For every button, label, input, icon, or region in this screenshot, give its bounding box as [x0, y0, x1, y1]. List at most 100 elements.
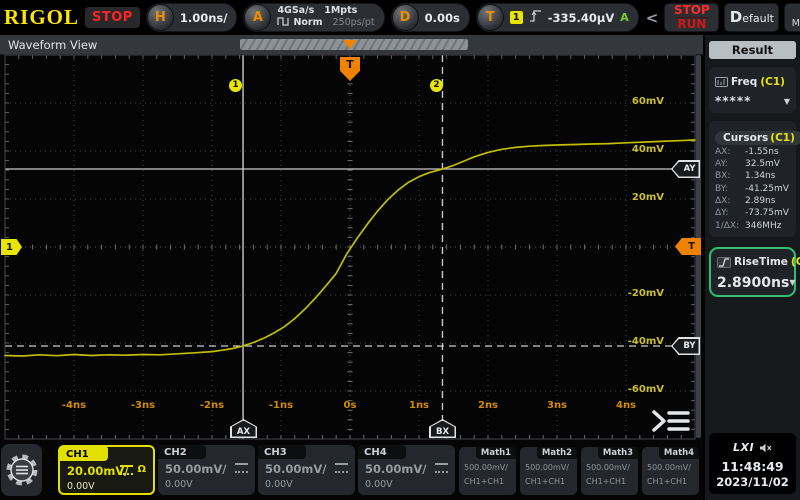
cursor-ay-flag[interactable]: AY — [671, 160, 700, 178]
sample-rate: 4GSa/s — [277, 6, 314, 17]
math1-block[interactable]: Math1 500.00mV/ CH1+CH1 — [459, 447, 516, 495]
ch2-offset: 0.00V — [165, 479, 193, 490]
waveform-view: Waveform View -4ns -3ns -2ns -1ns 0s 1ns… — [0, 35, 703, 440]
dc-coupling-icon — [435, 463, 448, 473]
y-tick-label: 60mV — [610, 96, 664, 107]
horizontal-scale-control[interactable]: H 1.00ns/ — [146, 3, 238, 32]
cursor-row-label: BY: — [715, 185, 745, 195]
settings-gear-button[interactable] — [1, 444, 42, 496]
cursor-row-value: 346MHz — [745, 222, 781, 232]
cursor-a-badge[interactable]: 1 — [229, 79, 242, 92]
menu-expand-icon[interactable] — [650, 407, 692, 435]
run-label: RUN — [677, 18, 706, 31]
x-tick-label: 0s — [330, 400, 370, 411]
trigger-position-marker-icon[interactable] — [343, 40, 357, 49]
ch1-tab[interactable]: CH1 — [60, 447, 108, 461]
freq-source: (C1) — [760, 76, 785, 88]
math4-tab[interactable]: Math4 — [659, 447, 699, 459]
risetime-measurement-card[interactable]: RiseTime(C1) 2.8900ns ▼ — [709, 247, 796, 297]
math2-block[interactable]: Math2 500.00mV/ CH1+CH1 — [520, 447, 577, 495]
run-status-badge: STOP — [85, 7, 140, 28]
risetime-dropdown-icon[interactable]: ▼ — [789, 278, 795, 287]
freq-meter-icon — [715, 72, 728, 91]
x-tick-label: -1ns — [261, 400, 301, 411]
trigger-control[interactable]: T 1 -335.40µV A — [476, 3, 639, 32]
horizontal-knob[interactable]: H — [147, 4, 174, 31]
squarewave-icon — [277, 17, 289, 30]
toolbar-buttons: < STOP RUN Default Measure Flex Knob > — [645, 3, 800, 32]
cursor-row-label: ΔX: — [715, 197, 745, 207]
x-tick-label: -2ns — [192, 400, 232, 411]
rising-edge-icon — [529, 8, 542, 27]
ch4-scale: 50.00mV/ — [365, 462, 426, 476]
freq-measurement-card[interactable]: Freq(C1) ***** ▼ — [709, 67, 796, 113]
cursor-row: BX:1.34ns — [715, 172, 790, 182]
x-tick-label: 2ns — [468, 400, 508, 411]
x-tick-label: -3ns — [123, 400, 163, 411]
rigol-logo: RIGOL — [4, 7, 79, 28]
cursor-row-value: 32.5mV — [745, 160, 780, 170]
ch4-offset: 0.00V — [365, 479, 393, 490]
math4-block[interactable]: Math4 500.00mV/ CH1+CH1 — [642, 447, 699, 495]
ch4-coupling-icons — [435, 463, 448, 473]
cursor-bx-flag-label: BX — [431, 421, 455, 437]
delay-control[interactable]: D 0.00s — [391, 3, 470, 32]
acquisition-info: 4GSa/s 1Mpts Norm 250ps/pt — [277, 6, 374, 30]
channel-bar: CH1 20.00mV/ Ω 0.00V CH2 50.00mV/ 0.00V … — [0, 440, 703, 500]
acquisition-knob[interactable]: A — [244, 4, 271, 31]
measure-button[interactable]: Measure — [784, 3, 800, 32]
y-tick-label: 40mV — [610, 144, 664, 155]
ch3-scale: 50.00mV/ — [265, 462, 326, 476]
cursor-ax-flag-label: AX — [232, 421, 256, 437]
math1-tab[interactable]: Math1 — [476, 447, 516, 459]
cursor-row-value: -73.75mV — [745, 209, 789, 219]
risetime-name: RiseTime — [734, 256, 788, 268]
toolbar-scroll-left[interactable]: < — [645, 9, 660, 27]
math2-scale: 500.00mV/ — [525, 463, 569, 472]
cursor-row-value: 1.34ns — [745, 172, 775, 182]
y-tick-label: -20mV — [610, 288, 664, 299]
acquisition-control[interactable]: A 4GSa/s 1Mpts Norm 250ps/pt — [243, 3, 384, 32]
system-clock-card[interactable]: LXI 11:48:49 2023/11/02 — [709, 433, 796, 494]
math3-block[interactable]: Math3 500.00mV/ CH1+CH1 — [581, 447, 638, 495]
math2-tab[interactable]: Math2 — [537, 447, 577, 459]
channel-block-ch2[interactable]: CH2 50.00mV/ 0.00V — [158, 445, 255, 495]
channel-block-ch3[interactable]: CH3 50.00mV/ 0.00V — [258, 445, 355, 495]
freq-dropdown-icon[interactable]: ▼ — [784, 97, 790, 106]
ch1-scale: 20.00mV/ — [67, 464, 128, 478]
waveform-view-title: Waveform View — [8, 38, 97, 52]
cursors-result-card[interactable]: Cursors(C1) AX:-1.55ns AY:32.5mV BX:1.34… — [709, 121, 796, 237]
x-tick-label: 1ns — [399, 400, 439, 411]
cursor-row-label: BX: — [715, 172, 745, 182]
cursor-row: ΔY:-73.75mV — [715, 209, 790, 219]
cursor-bx-flag[interactable]: BX — [429, 419, 456, 438]
ch4-tab[interactable]: CH4 — [358, 445, 406, 459]
stop-run-button[interactable]: STOP RUN — [664, 3, 719, 32]
trigger-status: A — [620, 11, 629, 24]
ch2-tab[interactable]: CH2 — [158, 445, 206, 459]
channel-block-ch1[interactable]: CH1 20.00mV/ Ω 0.00V — [58, 445, 155, 495]
math3-tab[interactable]: Math3 — [598, 447, 638, 459]
ch3-offset: 0.00V — [265, 479, 293, 490]
speaker-muted-icon — [759, 438, 772, 457]
cursor-by-flag[interactable]: BY — [671, 337, 700, 355]
y-tick-label: -60mV — [610, 384, 664, 395]
delay-knob[interactable]: D — [392, 4, 419, 31]
cursors-source: (C1) — [770, 132, 795, 144]
default-button[interactable]: Default — [724, 3, 779, 32]
horizontal-scale-value: 1.00ns/ — [180, 11, 228, 25]
trigger-knob[interactable]: T — [477, 4, 504, 31]
cursor-ax-flag[interactable]: AX — [230, 419, 257, 438]
ch3-tab[interactable]: CH3 — [258, 445, 306, 459]
cursor-b-badge[interactable]: 2 — [430, 79, 443, 92]
oscilloscope-screen: RIGOL STOP H 1.00ns/ A 4GSa/s 1Mpts Norm… — [0, 0, 800, 500]
stop-label: STOP — [674, 4, 710, 18]
math1-expression: CH1+CH1 — [464, 477, 504, 486]
x-tick-label: -4ns — [54, 400, 94, 411]
cursor-row-label: AX: — [715, 148, 745, 158]
acquire-mode: Norm — [293, 18, 322, 29]
channel-block-ch4[interactable]: CH4 50.00mV/ 0.00V — [358, 445, 455, 495]
y-tick-label: -40mV — [610, 336, 664, 347]
default-label: Default — [730, 10, 774, 26]
memory-depth: 1Mpts — [324, 6, 357, 17]
